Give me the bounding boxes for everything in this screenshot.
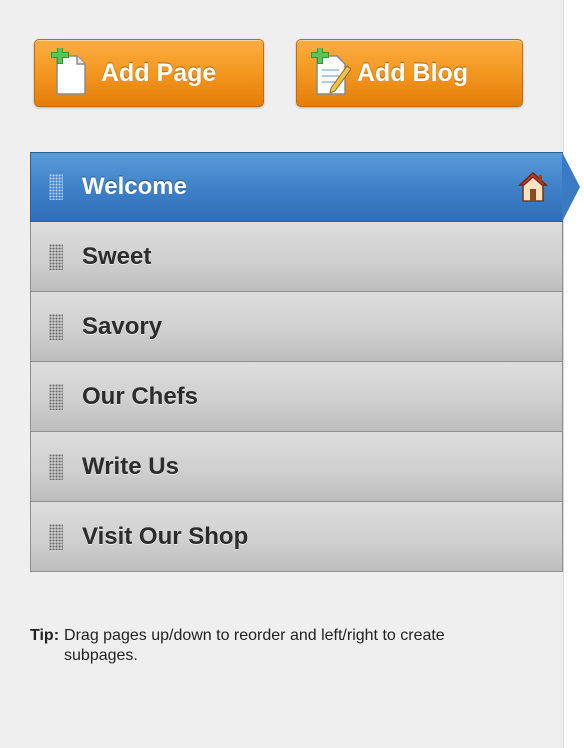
tip: Tip: Drag pages up/down to reorder and l… xyxy=(30,626,500,666)
page-item-label: Write Us xyxy=(82,452,179,480)
home-icon[interactable] xyxy=(518,171,548,203)
page-add-icon xyxy=(51,48,86,95)
page-item-label: Savory xyxy=(82,312,163,340)
add-page-button[interactable]: Add Page xyxy=(34,39,264,107)
page-item-label: Visit Our Shop xyxy=(82,522,249,550)
add-blog-label: Add Blog xyxy=(357,58,469,87)
drag-handle-icon[interactable] xyxy=(49,453,63,480)
drag-handle-icon[interactable] xyxy=(49,174,63,200)
tip-text: Drag pages up/down to reorder and left/r… xyxy=(64,627,445,664)
page-item-write-us[interactable]: Write Us xyxy=(30,432,563,502)
drag-handle-icon[interactable] xyxy=(49,313,63,340)
drag-handle-icon[interactable] xyxy=(49,243,63,270)
page-item-savory[interactable]: Savory xyxy=(30,292,563,362)
drag-handle-icon[interactable] xyxy=(49,383,63,410)
page-item-label: Our Chefs xyxy=(82,382,199,410)
page-item-sweet[interactable]: Sweet xyxy=(30,222,563,292)
page-item-label: Welcome xyxy=(82,173,187,200)
pages-panel: Add Page Add Blog Welcome Sweet Savory O… xyxy=(0,0,580,748)
active-pointer-icon xyxy=(562,152,580,222)
page-item-label: Sweet xyxy=(82,242,152,270)
page-item-our-chefs[interactable]: Our Chefs xyxy=(30,362,563,432)
tip-label: Tip: xyxy=(30,627,60,644)
page-list: Welcome Sweet Savory Our Chefs Write Us xyxy=(30,152,580,572)
page-item-welcome[interactable]: Welcome xyxy=(30,152,580,222)
add-blog-button[interactable]: Add Blog xyxy=(296,39,523,107)
page-item-visit-our-shop[interactable]: Visit Our Shop xyxy=(30,502,563,572)
blog-add-icon xyxy=(311,48,351,95)
drag-handle-icon[interactable] xyxy=(49,523,63,550)
add-page-label: Add Page xyxy=(101,58,217,87)
